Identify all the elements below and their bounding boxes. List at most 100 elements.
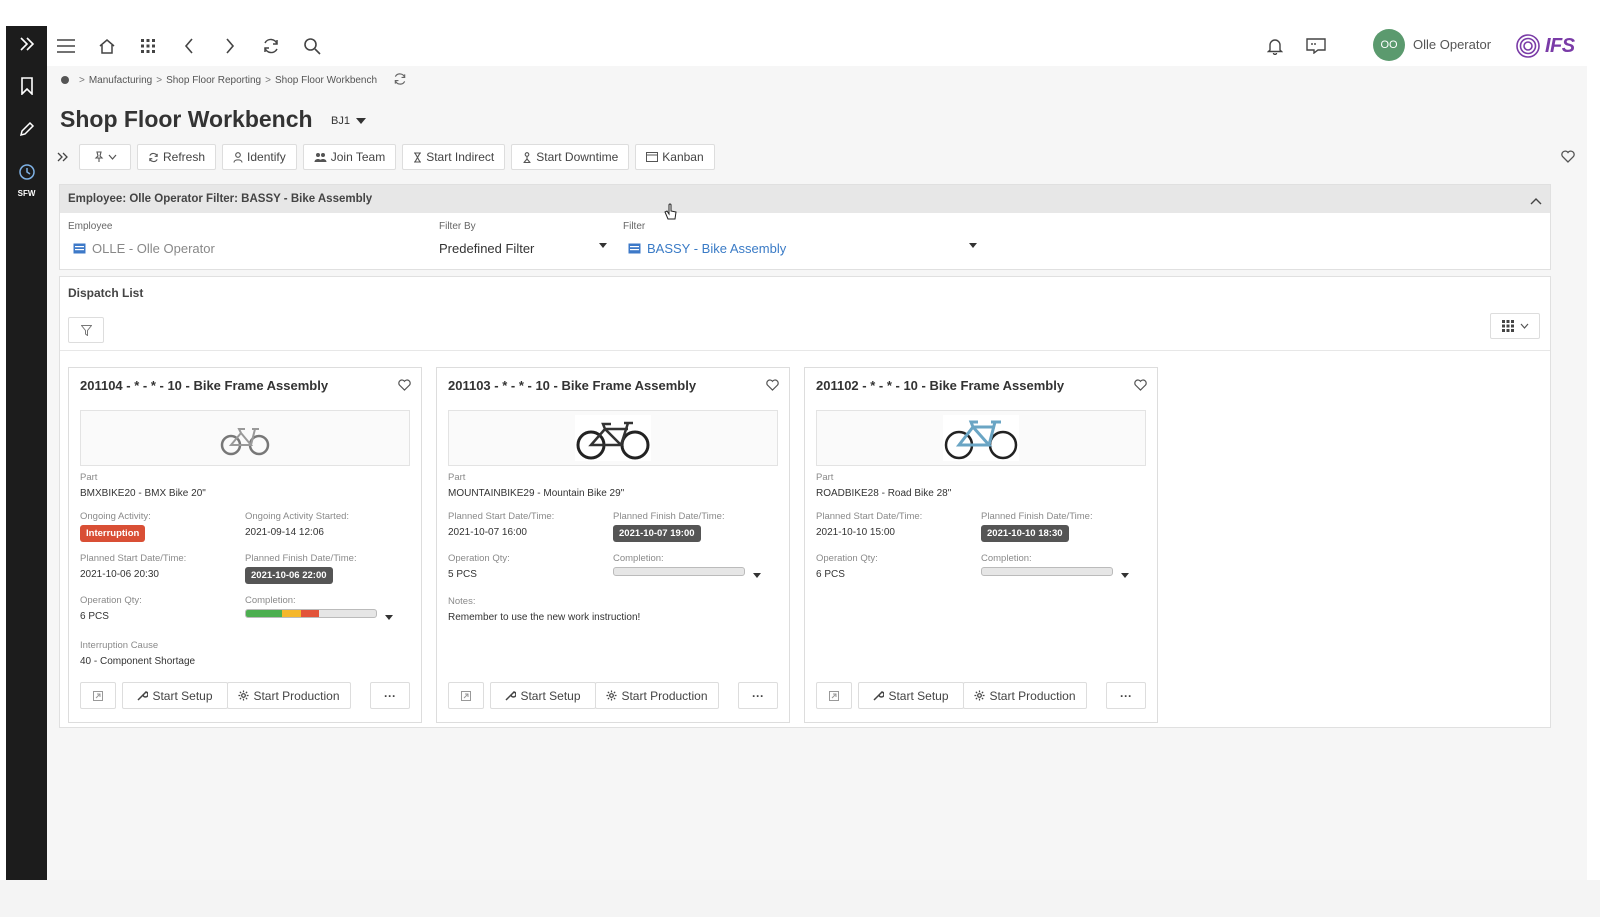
ifs-logo-icon [1516, 34, 1540, 58]
refresh-button[interactable]: Refresh [137, 144, 217, 170]
operation-qty-value: 5 PCS [448, 569, 477, 580]
kanban-button[interactable]: Kanban [635, 144, 715, 170]
filter-panel: Employee: Olle Operator Filter: BASSY - … [59, 184, 1551, 270]
part-value: BMXBIKE20 - BMX Bike 20" [80, 488, 206, 499]
page-content: Shop Floor Workbench BJ1 Refresh Identif… [47, 94, 1587, 880]
operation-qty-label: Operation Qty: [448, 553, 510, 564]
planned-start-value: 2021-10-06 20:30 [80, 569, 159, 580]
favorite-heart-icon[interactable] [1134, 378, 1147, 396]
start-setup-button[interactable]: Start Setup [858, 682, 964, 709]
filter-dropdown-icon[interactable] [969, 243, 977, 248]
view-switch-button[interactable] [1490, 313, 1540, 339]
start-setup-label: Start Setup [152, 688, 213, 703]
breadcrumb-shop-floor-reporting[interactable]: Shop Floor Reporting [166, 75, 261, 86]
filter-by-dropdown-icon[interactable] [599, 243, 607, 248]
start-production-label: Start Production [253, 688, 340, 703]
completion-dropdown-icon[interactable] [385, 615, 393, 620]
reload-icon[interactable] [259, 34, 283, 58]
completion-dropdown-icon[interactable] [1121, 573, 1129, 578]
hourglass-icon [414, 151, 422, 163]
home-icon[interactable] [95, 34, 119, 58]
gear-icon [974, 690, 986, 701]
join-team-label: Join Team [330, 150, 386, 164]
planned-start-value: 2021-10-10 15:00 [816, 527, 895, 538]
chat-icon[interactable] [1304, 34, 1328, 58]
start-setup-button[interactable]: Start Setup [122, 682, 228, 709]
start-setup-button[interactable]: Start Setup [490, 682, 596, 709]
planned-start-label: Planned Start Date/Time: [448, 511, 555, 522]
employee-field[interactable]: OLLE - Olle Operator [73, 241, 215, 256]
expand-rail-icon[interactable] [6, 26, 47, 62]
bottom-band [0, 880, 1600, 917]
expand-commands-icon[interactable] [57, 152, 73, 162]
completion-label: Completion: [981, 553, 1032, 564]
interruption-cause-value: 40 - Component Shortage [80, 656, 196, 667]
gear-icon [238, 690, 250, 701]
card-title: 201102 - * - * - 10 - Bike Frame Assembl… [816, 378, 1065, 393]
forward-icon[interactable] [218, 34, 242, 58]
dispatch-card[interactable]: 201104 - * - * - 10 - Bike Frame Assembl… [68, 367, 422, 723]
breadcrumb-manufacturing[interactable]: Manufacturing [89, 75, 152, 86]
wrench-icon [873, 691, 885, 701]
pin-dropdown-button[interactable] [79, 144, 131, 170]
start-production-button[interactable]: Start Production [227, 682, 351, 709]
notes-label: Notes: [448, 596, 476, 607]
start-production-label: Start Production [621, 688, 708, 703]
completion-label: Completion: [245, 595, 296, 606]
kanban-icon [646, 152, 659, 162]
breadcrumb-refresh-icon[interactable] [393, 72, 407, 89]
filter-by-label: Filter By [439, 221, 476, 232]
identify-button[interactable]: Identify [222, 144, 297, 170]
open-card-button[interactable] [80, 682, 116, 709]
more-options-button[interactable]: ··· [370, 682, 410, 709]
bookmark-icon[interactable] [6, 68, 47, 104]
start-production-button[interactable]: Start Production [595, 682, 719, 709]
start-production-button[interactable]: Start Production [963, 682, 1087, 709]
search-icon[interactable] [300, 34, 324, 58]
start-downtime-button[interactable]: Start Downtime [511, 144, 630, 170]
more-options-button[interactable]: ··· [738, 682, 778, 709]
dispatch-card[interactable]: 201102 - * - * - 10 - Bike Frame Assembl… [804, 367, 1158, 723]
list-filter-button[interactable] [68, 317, 104, 343]
open-card-button[interactable] [448, 682, 484, 709]
part-value: MOUNTAINBIKE29 - Mountain Bike 29" [448, 488, 625, 499]
clock-icon[interactable] [6, 154, 47, 190]
filter-by-select[interactable]: Predefined Filter [439, 241, 534, 256]
filter-select[interactable]: BASSY - Bike Assembly [628, 241, 786, 256]
more-options-button[interactable]: ··· [1106, 682, 1146, 709]
dispatch-card[interactable]: 201103 - * - * - 10 - Bike Frame Assembl… [436, 367, 790, 723]
completion-segment [282, 610, 301, 617]
gear-icon [606, 690, 618, 701]
record-icon [73, 243, 86, 254]
chevron-up-icon[interactable] [1530, 192, 1542, 210]
breadcrumb-shop-floor-workbench[interactable]: Shop Floor Workbench [275, 75, 377, 86]
pencil-icon[interactable] [6, 111, 47, 147]
breadcrumb-home-dot[interactable] [61, 76, 69, 84]
top-bar: OO Olle Operator IFS [47, 26, 1587, 66]
completion-dropdown-icon[interactable] [753, 573, 761, 578]
start-indirect-button[interactable]: Start Indirect [402, 144, 506, 170]
open-card-button[interactable] [816, 682, 852, 709]
apps-grid-icon[interactable] [136, 34, 160, 58]
filter-panel-header[interactable]: Employee: Olle Operator Filter: BASSY - … [60, 185, 1550, 213]
completion-progress-bar [613, 567, 745, 576]
avatar[interactable]: OO [1373, 29, 1405, 61]
back-icon[interactable] [177, 34, 201, 58]
bell-icon[interactable] [1263, 34, 1287, 58]
favorite-heart-icon[interactable] [766, 378, 779, 396]
context-selector[interactable]: BJ1 [331, 115, 366, 127]
planned-finish-label: Planned Finish Date/Time: [613, 511, 725, 522]
card-title: 201104 - * - * - 10 - Bike Frame Assembl… [80, 378, 329, 393]
menu-icon[interactable] [54, 34, 78, 58]
ifs-logo: IFS [1515, 30, 1575, 62]
favorite-heart-icon[interactable] [398, 378, 411, 396]
mountain-bike-icon [575, 415, 651, 461]
completion-segment [246, 610, 283, 617]
filter-by-value: Predefined Filter [439, 241, 535, 256]
planned-finish-badge: 2021-10-07 19:00 [613, 525, 701, 542]
user-name[interactable]: Olle Operator [1413, 37, 1491, 52]
join-team-button[interactable]: Join Team [302, 144, 397, 170]
start-downtime-label: Start Downtime [536, 150, 619, 164]
expand-icon [93, 690, 103, 701]
favorite-heart-icon[interactable] [1561, 150, 1575, 168]
